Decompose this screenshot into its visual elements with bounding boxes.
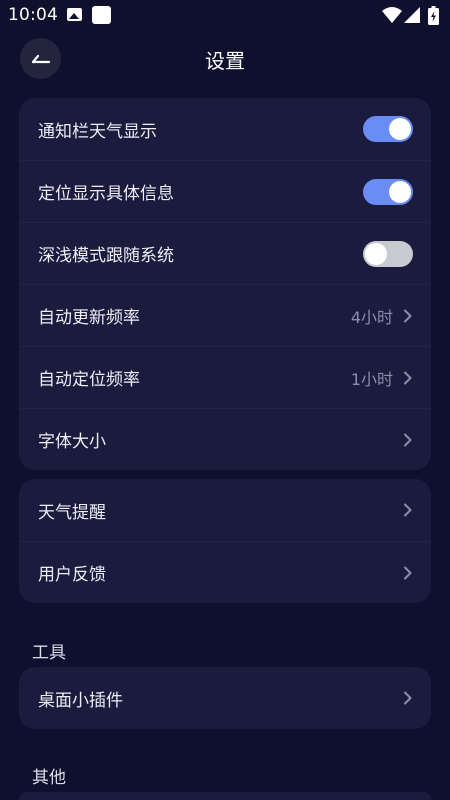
font-size-row[interactable]: 字体大小 [19,408,431,470]
chevron-right-icon [404,691,412,705]
chevron-right-icon [404,503,412,517]
battery-icon [428,6,439,25]
row-label: 用户反馈 [38,565,106,585]
weather-reminder-row[interactable]: 天气提醒 [19,479,431,541]
row-label: 自动更新频率 [38,308,140,328]
row-label: 天气提醒 [38,502,106,523]
auto-location-frequency-value: 1小时 [350,369,393,389]
location-detail-toggle[interactable] [363,178,413,205]
status-bar: 10:04 [0,0,450,32]
row-label: 自动定位频率 [38,370,140,390]
settings-card-general: 通知栏天气显示 定位显示具体信息 深浅模式跟随系统 自动更新频率 4小时 自动定… [19,98,431,470]
chevron-right-icon [404,433,412,446]
notification-weather-toggle[interactable] [363,116,413,142]
chevron-right-icon [404,566,412,579]
square-notification-icon [92,6,111,24]
auto-update-frequency-row[interactable]: 自动更新频率 4小时 [19,284,431,346]
row-label: 通知栏天气显示 [38,121,157,142]
toggle-knob [389,180,411,203]
row-label: 定位显示具体信息 [38,184,174,204]
settings-card-feedback: 天气提醒 用户反馈 [19,479,431,603]
chevron-right-icon [404,309,412,322]
auto-location-frequency-row[interactable]: 自动定位频率 1小时 [19,346,431,408]
others-section-title: 其他 [32,768,66,788]
settings-card-tools: 桌面小插件 [19,667,431,729]
auto-update-frequency-value: 4小时 [350,307,393,327]
row-label: 字体大小 [38,432,106,452]
dark-mode-follow-system-toggle[interactable] [363,240,413,267]
page-title: 设置 [205,49,245,73]
toggle-knob [365,242,387,265]
desktop-widget-row[interactable]: 桌面小插件 [19,667,431,729]
dark-mode-follow-system-row[interactable]: 深浅模式跟随系统 [19,222,431,284]
row-label: 桌面小插件 [38,690,123,711]
settings-card-others [19,792,431,800]
chevron-right-icon [404,371,412,384]
user-feedback-row[interactable]: 用户反馈 [19,541,431,603]
row-label: 深浅模式跟随系统 [38,246,174,266]
status-right-icons [382,6,442,26]
status-time: 10:04 [8,5,58,25]
tools-section-title: 工具 [32,643,66,663]
location-detail-row[interactable]: 定位显示具体信息 [19,160,431,222]
notification-weather-row[interactable]: 通知栏天气显示 [19,98,431,160]
image-icon [67,8,82,21]
toggle-knob [389,118,411,140]
header: 设置 [0,36,450,82]
wifi-icon [382,7,402,23]
signal-icon [404,7,420,23]
